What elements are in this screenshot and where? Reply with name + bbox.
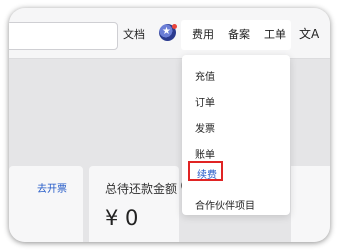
menu-item-orders[interactable]: 订单 [195, 94, 215, 109]
top-navigation-bar: 文档 ★ 费用 备案 工单 文A [9, 8, 330, 59]
menu-item-partner-projects[interactable]: 合作伙伴项目 [195, 197, 255, 212]
menu-item-bills[interactable]: 账单 [195, 146, 215, 161]
billing-dropdown-menu: 充值 订单 发票 账单 续费 合作伙伴项目 [182, 55, 290, 215]
menu-item-recharge[interactable]: 充值 [195, 68, 215, 83]
balance-card [89, 166, 179, 242]
search-input[interactable] [9, 22, 118, 50]
avatar[interactable]: ★ [159, 24, 177, 41]
nav-link-billing[interactable]: 费用 [192, 26, 214, 42]
console-window: 文档 ★ 费用 备案 工单 文A 去开票 总待还款金额 ? ¥ 0 充值 订单 … [9, 8, 330, 242]
notification-dot [172, 24, 177, 29]
nav-link-ticket[interactable]: 工单 [264, 26, 286, 42]
menu-item-renew[interactable]: 续费 [197, 166, 217, 181]
total-due-amount: ¥ 0 [105, 206, 139, 230]
invoice-card [9, 166, 83, 242]
menu-item-invoices[interactable]: 发票 [195, 120, 215, 135]
total-due-label: 总待还款金额 [105, 182, 178, 196]
avatar-star-icon: ★ [162, 26, 171, 37]
go-invoice-link[interactable]: 去开票 [37, 180, 67, 195]
translate-icon[interactable]: 文A [299, 25, 319, 42]
nav-link-filing[interactable]: 备案 [228, 26, 250, 42]
right-card [291, 166, 330, 242]
nav-link-docs[interactable]: 文档 [123, 26, 145, 42]
